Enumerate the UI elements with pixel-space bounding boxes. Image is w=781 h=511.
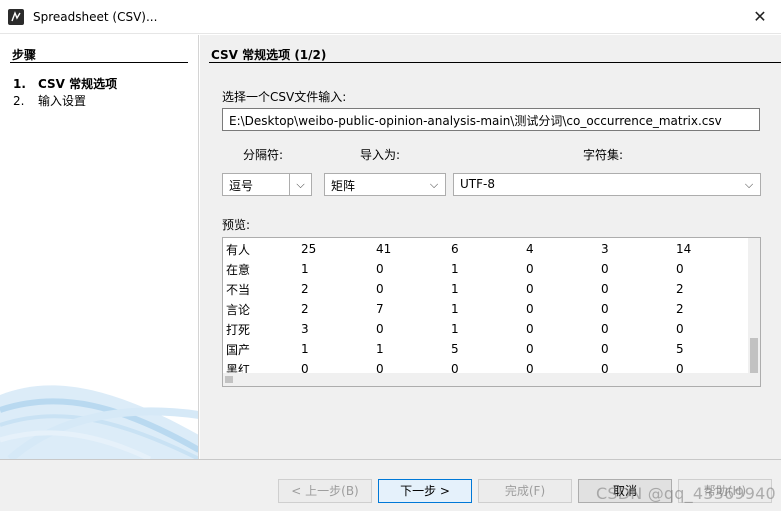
preview-grid: 有人 25 41 6 4 3 14 在意 1 0 1 0 0 0 不当 2 0 1 0 0 2 言论 2 7 1 0 0 2 打死 3 0 1… xyxy=(226,239,736,379)
steps-heading: 步骤 xyxy=(12,48,37,62)
preview-table[interactable]: 有人 25 41 6 4 3 14 在意 1 0 1 0 0 0 不当 2 0 1 0 0 2 言论 2 7 1 0 0 2 打死 3 0 1… xyxy=(222,237,761,387)
row-label-cell: 打死 xyxy=(226,322,251,337)
table-cell: 1 xyxy=(451,262,459,276)
table-cell: 0 xyxy=(601,262,609,276)
divider xyxy=(209,62,781,63)
row-label-cell: 不当 xyxy=(226,282,251,297)
preview-label: 预览: xyxy=(222,218,251,232)
back-button[interactable]: < 上一步(B) xyxy=(278,479,372,503)
table-cell: 25 xyxy=(301,242,317,256)
table-cell: 0 xyxy=(601,282,609,296)
table-cell: 0 xyxy=(601,322,609,336)
next-button[interactable]: 下一步 > xyxy=(378,479,472,503)
file-path-input[interactable]: E:\Desktop\weibo-public-opinion-analysis… xyxy=(222,108,760,131)
table-cell: 1 xyxy=(451,322,459,336)
chevron-down-icon[interactable]: ⌵ xyxy=(289,174,311,195)
table-cell: 4 xyxy=(526,242,534,256)
charset-select[interactable]: UTF-8 ⌵ xyxy=(453,173,761,196)
table-cell: 0 xyxy=(676,322,684,336)
step-label: 输入设置 xyxy=(38,94,87,108)
table-cell: 0 xyxy=(526,302,534,316)
step-item-csv-options: 1. CSV 常规选项 xyxy=(13,75,117,92)
row-label-cell: 有人 xyxy=(226,242,251,257)
chevron-down-icon[interactable]: ⌵ xyxy=(423,174,445,195)
table-row: 在意 1 0 1 0 0 0 xyxy=(226,259,736,279)
table-cell: 6 xyxy=(451,242,459,256)
table-cell: 5 xyxy=(676,342,684,356)
table-cell: 0 xyxy=(526,342,534,356)
table-row: 有人 25 41 6 4 3 14 xyxy=(226,239,736,259)
table-cell: 41 xyxy=(376,242,392,256)
title-bar: Spreadsheet (CSV)... ✕ xyxy=(0,0,781,34)
table-cell: 2 xyxy=(676,302,684,316)
table-cell: 0 xyxy=(601,342,609,356)
table-cell: 14 xyxy=(676,242,692,256)
divider xyxy=(10,62,188,63)
table-cell: 0 xyxy=(676,262,684,276)
row-label-cell: 言论 xyxy=(226,302,251,317)
charset-label: 字符集: xyxy=(583,148,624,162)
delimiter-value: 逗号 xyxy=(229,179,254,193)
table-cell: 0 xyxy=(376,262,384,276)
table-cell: 3 xyxy=(301,322,309,336)
table-cell: 2 xyxy=(676,282,684,296)
step-number: 1. xyxy=(13,77,26,91)
horizontal-scrollbar[interactable] xyxy=(223,373,760,386)
window-title: Spreadsheet (CSV)... xyxy=(33,10,158,24)
table-cell: 7 xyxy=(376,302,384,316)
delimiter-select[interactable]: 逗号 ⌵ xyxy=(222,173,312,196)
row-label-cell: 国产 xyxy=(226,342,251,357)
table-cell: 0 xyxy=(376,282,384,296)
chevron-down-icon[interactable]: ⌵ xyxy=(738,174,760,195)
table-cell: 1 xyxy=(301,262,309,276)
delimiter-label: 分隔符: xyxy=(243,148,284,162)
step-item-input-settings: 2. 输入设置 xyxy=(13,92,86,109)
page-title: CSV 常规选项 (1/2) xyxy=(211,48,327,62)
import-as-select[interactable]: 矩阵 ⌵ xyxy=(324,173,446,196)
close-icon[interactable]: ✕ xyxy=(748,6,772,28)
table-cell: 1 xyxy=(376,342,384,356)
dialog-footer: < 上一步(B) 下一步 > 完成(F) 取消 帮助(H) CSDN @qq_4… xyxy=(0,459,781,511)
table-cell: 0 xyxy=(526,282,534,296)
scroll-thumb[interactable] xyxy=(225,376,233,383)
vertical-scrollbar[interactable] xyxy=(748,238,760,374)
steps-sidebar: 步骤 1. CSV 常规选项 2. 输入设置 xyxy=(0,35,199,459)
table-cell: 0 xyxy=(526,322,534,336)
decorative-swoosh xyxy=(0,385,198,459)
table-cell: 0 xyxy=(526,262,534,276)
table-cell: 2 xyxy=(301,302,309,316)
table-cell: 2 xyxy=(301,282,309,296)
step-label: CSV 常规选项 xyxy=(38,77,118,91)
finish-button[interactable]: 完成(F) xyxy=(478,479,572,503)
watermark: CSDN @qq_43369940 xyxy=(596,484,776,503)
table-cell: 1 xyxy=(301,342,309,356)
table-row: 国产 1 1 5 0 0 5 xyxy=(226,339,736,359)
table-cell: 1 xyxy=(451,302,459,316)
table-cell: 5 xyxy=(451,342,459,356)
table-cell: 1 xyxy=(451,282,459,296)
table-row: 不当 2 0 1 0 0 2 xyxy=(226,279,736,299)
table-cell: 0 xyxy=(601,302,609,316)
table-row: 打死 3 0 1 0 0 0 xyxy=(226,319,736,339)
table-cell: 0 xyxy=(376,322,384,336)
charset-value: UTF-8 xyxy=(460,177,495,191)
main-panel: CSV 常规选项 (1/2) 选择一个CSV文件输入: E:\Desktop\w… xyxy=(200,35,781,459)
import-as-label: 导入为: xyxy=(360,148,401,162)
app-icon xyxy=(8,9,24,25)
file-label: 选择一个CSV文件输入: xyxy=(222,90,347,104)
step-number: 2. xyxy=(13,94,25,108)
table-cell: 3 xyxy=(601,242,609,256)
row-label-cell: 在意 xyxy=(226,262,251,277)
table-row: 言论 2 7 1 0 0 2 xyxy=(226,299,736,319)
scroll-thumb[interactable] xyxy=(750,338,758,374)
import-as-value: 矩阵 xyxy=(331,179,356,193)
